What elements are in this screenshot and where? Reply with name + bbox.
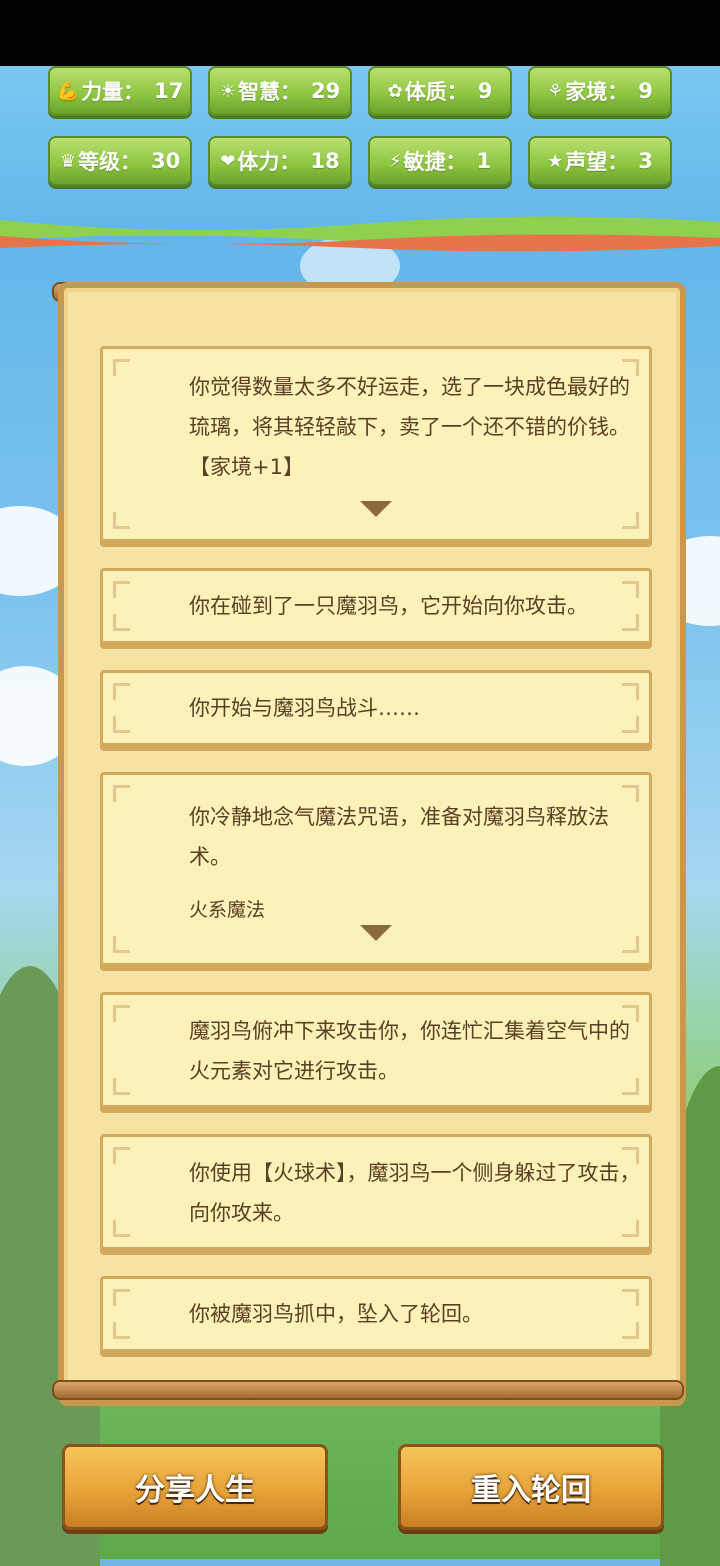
event-card: 你在碰到了一只魔羽鸟，它开始向你攻击。	[100, 568, 652, 644]
status-bar	[0, 0, 720, 66]
event-card: 你被魔羽鸟抓中，坠入了轮回。	[100, 1276, 652, 1352]
muscle-icon: 💪	[56, 80, 80, 102]
event-card: 你冷静地念气魔法咒语，准备对魔羽鸟释放法术。 火系魔法	[100, 772, 652, 966]
event-text: 你在碰到了一只魔羽鸟，它开始向你攻击。	[189, 594, 588, 618]
stat-family: ⚘ 家境： 9	[528, 66, 672, 116]
share-life-button[interactable]: 分享人生	[62, 1444, 328, 1530]
stat-level: ♛ 等级： 30	[48, 136, 192, 186]
event-text: 你开始与魔羽鸟战斗……	[189, 696, 420, 720]
stat-strength: 💪 力量： 17	[48, 66, 192, 116]
event-text: 你觉得数量太多不好运走，选了一块成色最好的琉璃，将其轻轻敲下，卖了一个还不错的价…	[189, 375, 630, 479]
body-icon: ✿	[387, 80, 403, 102]
crown-icon: ♛	[59, 150, 76, 172]
heart-icon: ❤	[220, 150, 236, 172]
grass-divider	[0, 216, 720, 252]
lightning-icon: ⚡	[388, 150, 402, 172]
event-card: 你觉得数量太多不好运走，选了一块成色最好的琉璃，将其轻轻敲下，卖了一个还不错的价…	[100, 346, 652, 542]
expand-arrow-icon[interactable]	[360, 501, 392, 517]
event-subtext: 火系魔法	[189, 899, 266, 921]
event-card: 你使用【火球术】，魔羽鸟一个侧身躲过了攻击，向你攻来。	[100, 1134, 652, 1250]
scroll-rod-bottom	[52, 1380, 684, 1400]
stat-agility: ⚡ 敏捷： 1	[368, 136, 512, 186]
star-icon: ★	[547, 150, 564, 172]
family-icon: ⚘	[547, 80, 564, 102]
event-text: 你冷静地念气魔法咒语，准备对魔羽鸟释放法术。	[189, 805, 609, 869]
event-text: 你使用【火球术】，魔羽鸟一个侧身躲过了攻击，向你攻来。	[189, 1161, 641, 1225]
event-card: 你开始与魔羽鸟战斗……	[100, 670, 652, 746]
stat-stamina: ❤ 体力： 18	[208, 136, 352, 186]
stat-wisdom: ☀ 智慧： 29	[208, 66, 352, 116]
bulb-icon: ☀	[219, 80, 236, 102]
stat-reputation: ★ 声望： 3	[528, 136, 672, 186]
event-text: 魔羽鸟俯冲下来攻击你，你连忙汇集着空气中的火元素对它进行攻击。	[189, 1019, 630, 1083]
reincarnate-button[interactable]: 重入轮回	[398, 1444, 664, 1530]
stat-constitution: ✿ 体质： 9	[368, 66, 512, 116]
event-text: 你被魔羽鸟抓中，坠入了轮回。	[189, 1302, 483, 1326]
event-card: 魔羽鸟俯冲下来攻击你，你连忙汇集着空气中的火元素对它进行攻击。	[100, 992, 652, 1108]
expand-arrow-icon[interactable]	[360, 925, 392, 941]
